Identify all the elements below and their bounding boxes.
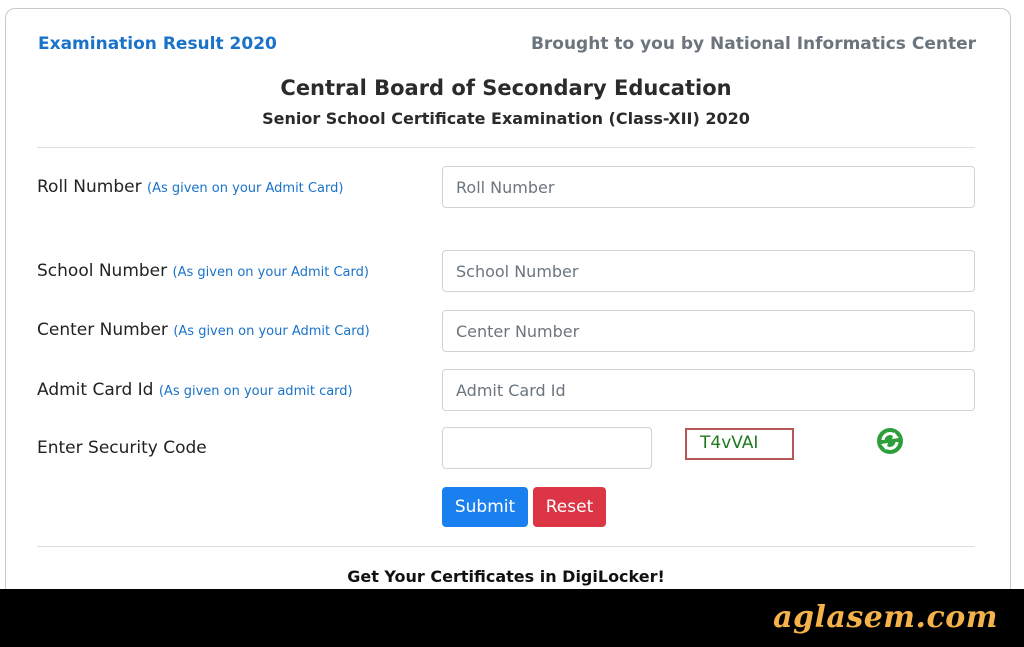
- school-number-label: School Number (As given on your Admit Ca…: [37, 261, 369, 281]
- security-code-label: Enter Security Code: [37, 438, 207, 458]
- admit-card-label-text: Admit Card Id: [37, 380, 154, 400]
- divider: [37, 546, 975, 547]
- center-number-label: Center Number (As given on your Admit Ca…: [37, 320, 370, 340]
- nic-credit: Brought to you by National Informatics C…: [530, 34, 976, 54]
- center-number-hint: (As given on your Admit Card): [173, 324, 370, 339]
- roll-number-input[interactable]: [442, 166, 975, 208]
- admit-card-label: Admit Card Id (As given on your admit ca…: [37, 380, 353, 400]
- school-number-label-text: School Number: [37, 261, 168, 281]
- admit-card-input[interactable]: [442, 369, 975, 411]
- digilocker-heading: Get Your Certificates in DigiLocker!: [347, 567, 665, 586]
- board-title: Central Board of Secondary Education: [280, 76, 732, 100]
- watermark-logo: aglasem.com: [773, 600, 998, 635]
- exam-result-title: Examination Result 2020: [38, 34, 277, 54]
- security-code-input[interactable]: [442, 427, 652, 469]
- refresh-icon[interactable]: [875, 426, 905, 456]
- school-number-input[interactable]: [442, 250, 975, 292]
- roll-number-label: Roll Number (As given on your Admit Card…: [37, 177, 343, 197]
- center-number-input[interactable]: [442, 310, 975, 352]
- reset-button[interactable]: Reset: [533, 487, 606, 527]
- center-number-label-text: Center Number: [37, 320, 168, 340]
- school-number-hint: (As given on your Admit Card): [172, 265, 369, 280]
- captcha-image: T4vVAI: [685, 428, 794, 460]
- roll-number-label-text: Roll Number: [37, 177, 142, 197]
- roll-number-hint: (As given on your Admit Card): [147, 181, 344, 196]
- exam-title: Senior School Certificate Examination (C…: [262, 109, 750, 128]
- submit-button[interactable]: Submit: [442, 487, 528, 527]
- admit-card-hint: (As given on your admit card): [158, 384, 353, 399]
- divider: [37, 147, 975, 148]
